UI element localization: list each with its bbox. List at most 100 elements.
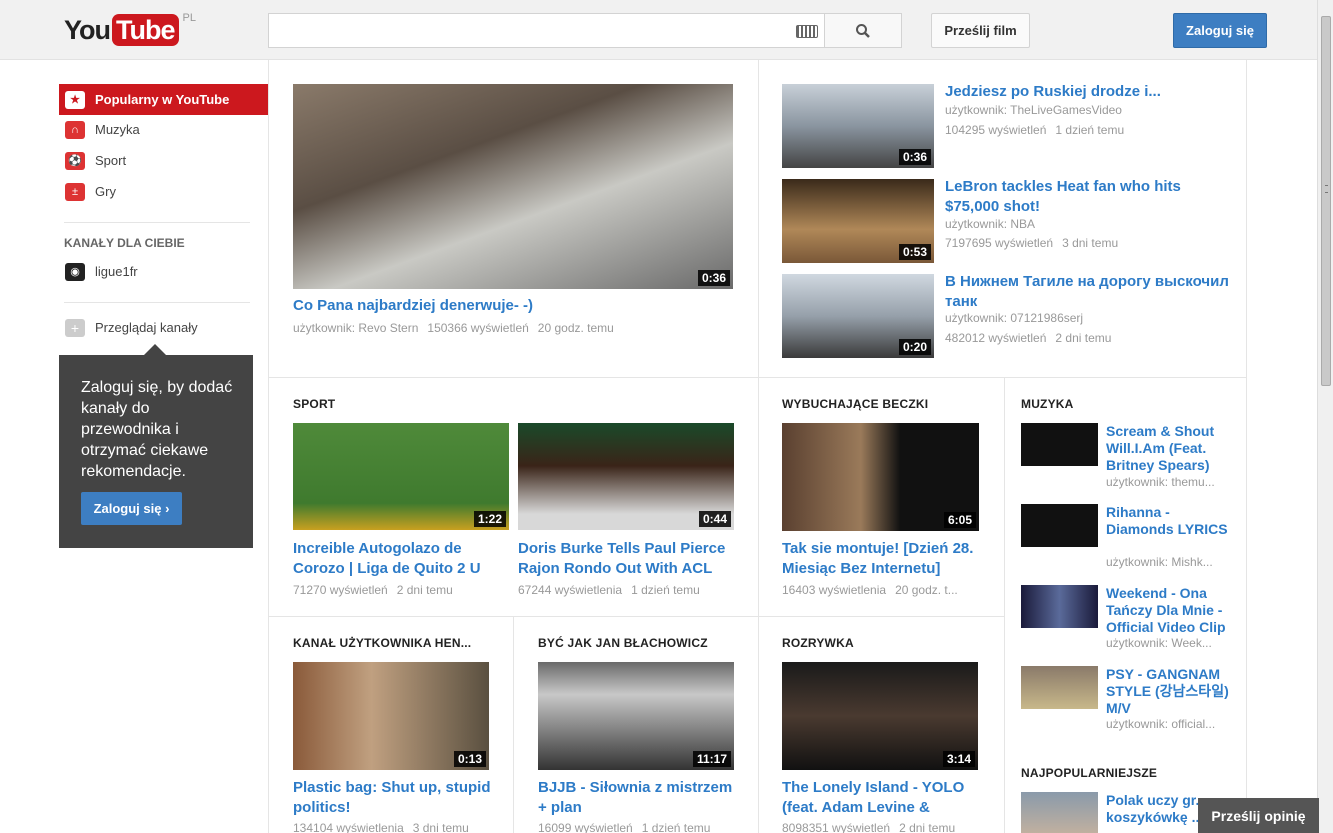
video-thumbnail[interactable] [1021, 585, 1098, 628]
section-title-beczki[interactable]: WYBUCHAJĄCE BECZKI [782, 397, 928, 411]
video-duration: 0:44 [698, 511, 731, 527]
page-scrollbar[interactable] [1317, 0, 1333, 833]
scrollbar-grip [1325, 185, 1328, 193]
video-views: 16403 wyświetlenia [782, 583, 887, 597]
video-thumbnail[interactable] [1021, 423, 1098, 466]
video-title[interactable]: Jedziesz po Ruskiej drodze i... [945, 82, 1235, 102]
video-thumbnail[interactable]: 0:36 [782, 84, 934, 168]
upload-button[interactable]: Prześlij film [931, 13, 1030, 48]
video-age: 2 dni temu [1055, 331, 1112, 345]
video-age: 20 godz. temu [537, 321, 614, 335]
tooltip-text: Zaloguj się, by dodać kanały do przewodn… [81, 379, 233, 480]
video-uploader[interactable]: użytkownik: TheLiveGamesVideo [945, 100, 1235, 120]
video-title[interactable]: BJJB - Siłownia z mistrzem + plan [538, 778, 738, 818]
sidebar-item-label: Muzyka [95, 122, 140, 137]
video-views: 71270 wyświetleń [293, 583, 388, 597]
tooltip-arrow [144, 344, 166, 355]
tooltip-sign-in-button[interactable]: Zaloguj się › [81, 492, 182, 525]
video-uploader[interactable]: użytkownik: 07121986serj [945, 308, 1235, 328]
section-title-popular[interactable]: NAJPOPULARNIEJSZE [1021, 766, 1157, 780]
video-thumbnail[interactable]: 0:13 [293, 662, 489, 770]
video-views: 67244 wyświetlenia [518, 583, 623, 597]
video-thumbnail[interactable]: 6:05 [782, 423, 979, 531]
sidebar-item-games[interactable]: ± Gry [59, 176, 268, 207]
plus-icon: + [65, 318, 85, 337]
video-thumbnail[interactable]: 1:22 [293, 423, 509, 530]
section-title-channel[interactable]: KANAŁ UŻYTKOWNIKA HEN... [293, 636, 471, 650]
video-stats: 71270 wyświetleń 2 dni temu [293, 580, 503, 600]
video-thumbnail[interactable]: 0:44 [518, 423, 734, 530]
gamepad-icon: ± [65, 182, 85, 201]
video-thumbnail[interactable] [1021, 666, 1098, 709]
video-uploader[interactable]: użytkownik: official... [1106, 717, 1230, 731]
sidebar-divider [64, 302, 250, 303]
section-title-entertainment[interactable]: ROZRYWKA [782, 636, 854, 650]
section-title-sport[interactable]: SPORT [293, 397, 335, 411]
video-age: 2 dni temu [396, 583, 453, 597]
scrollbar-thumb[interactable] [1321, 16, 1331, 386]
video-stats: 67244 wyświetlenia 1 dzień temu [518, 580, 738, 600]
video-title[interactable]: Doris Burke Tells Paul Pierce Rajon Rond… [518, 539, 738, 579]
video-views: 16099 wyświetleń [538, 821, 633, 833]
section-title-blachowicz[interactable]: BYĆ JAK JAN BŁACHOWICZ [538, 636, 708, 650]
logo-you-text: You [64, 15, 111, 45]
logo-tube-text: Tube [112, 14, 179, 46]
video-views: 134104 wyświetlenia [293, 821, 404, 833]
sidebar-divider [64, 222, 250, 223]
music-video-title[interactable]: Weekend - Ona Tańczy Dla Mnie - Official… [1106, 585, 1234, 636]
video-age: 3 dni temu [412, 821, 469, 833]
video-views: 8098351 wyświetleń [782, 821, 891, 833]
video-title[interactable]: LeBron tackles Heat fan who hits $75,000… [945, 177, 1235, 217]
video-duration: 11:17 [692, 751, 731, 767]
content-divider [758, 60, 759, 833]
video-views: 150366 wyświetleń [427, 321, 529, 335]
section-title-music[interactable]: MUZYKA [1021, 397, 1074, 411]
content-border-left [268, 60, 269, 833]
video-stats: 104295 wyświetleń 1 dzień temu [945, 120, 1235, 140]
sidebar-item-ligue1fr[interactable]: ◉ ligue1fr [59, 256, 268, 287]
video-title[interactable]: Increible Autogolazo de Corozo | Liga de… [293, 539, 498, 579]
video-thumbnail[interactable]: 0:20 [782, 274, 934, 358]
video-stats: 16403 wyświetlenia 20 godz. t... [782, 580, 978, 600]
sidebar-item-sport[interactable]: ⚽ Sport [59, 145, 268, 176]
feedback-button[interactable]: Prześlij opinię [1198, 798, 1319, 833]
search-input[interactable] [268, 13, 825, 48]
music-video-title[interactable]: Scream & Shout Will.I.Am (Feat. Britney … [1106, 423, 1234, 474]
browse-channels-link[interactable]: + Przeglądaj kanały [59, 312, 268, 343]
video-uploader[interactable]: użytkownik: NBA [945, 214, 1235, 234]
sign-in-promo-tooltip: Zaloguj się, by dodać kanały do przewodn… [59, 355, 253, 548]
video-thumbnail[interactable] [1021, 792, 1098, 833]
music-video-title[interactable]: Rihanna - Diamonds LYRICS [1106, 504, 1234, 538]
star-icon: ★ [65, 90, 85, 109]
video-title[interactable]: В Нижнем Тагиле на дорогу выскочил танк [945, 272, 1235, 312]
video-thumbnail[interactable]: 0:53 [782, 179, 934, 263]
sidebar-item-label: Popularny w YouTube [95, 92, 230, 107]
ligue1-logo-icon: ◉ [65, 262, 85, 281]
video-age: 1 dzień temu [641, 821, 711, 833]
search-button[interactable] [824, 13, 902, 48]
video-thumbnail[interactable] [1021, 504, 1098, 547]
sign-in-button[interactable]: Zaloguj się [1173, 13, 1267, 48]
featured-video-title[interactable]: Co Pana najbardziej denerwuje- -) [293, 296, 733, 316]
video-uploader[interactable]: użytkownik: Mishk... [1106, 555, 1230, 569]
keyboard-icon[interactable] [796, 25, 818, 38]
music-video-title[interactable]: PSY - GANGNAM STYLE (강남스타일) M/V [1106, 666, 1234, 717]
row-divider [268, 616, 1004, 617]
masthead: You Tube PL Prześlij film Zaloguj się [0, 0, 1333, 60]
sidebar-item-popular[interactable]: ★ Popularny w YouTube [59, 84, 268, 115]
video-uploader[interactable]: użytkownik: themu... [1106, 475, 1230, 489]
video-views: 104295 wyświetleń [945, 123, 1047, 137]
music-column-divider [1004, 378, 1005, 833]
video-thumbnail[interactable]: 11:17 [538, 662, 734, 770]
sidebar-item-music[interactable]: ∩ Muzyka [59, 114, 268, 145]
video-title[interactable]: Plastic bag: Shut up, stupid politics! [293, 778, 493, 818]
youtube-logo[interactable]: You Tube PL [64, 12, 196, 46]
video-title[interactable]: The Lonely Island - YOLO (feat. Adam Lev… [782, 778, 987, 818]
video-age: 3 dni temu [1062, 236, 1119, 250]
video-uploader[interactable]: użytkownik: Revo Stern [293, 321, 418, 335]
video-title[interactable]: Tak sie montuje! [Dzień 28. Miesiąc Bez … [782, 539, 982, 579]
video-thumbnail[interactable]: 3:14 [782, 662, 978, 770]
video-uploader[interactable]: użytkownik: Week... [1106, 636, 1230, 650]
featured-video-thumbnail[interactable]: 0:36 [293, 84, 733, 289]
video-age: 20 godz. t... [895, 583, 958, 597]
